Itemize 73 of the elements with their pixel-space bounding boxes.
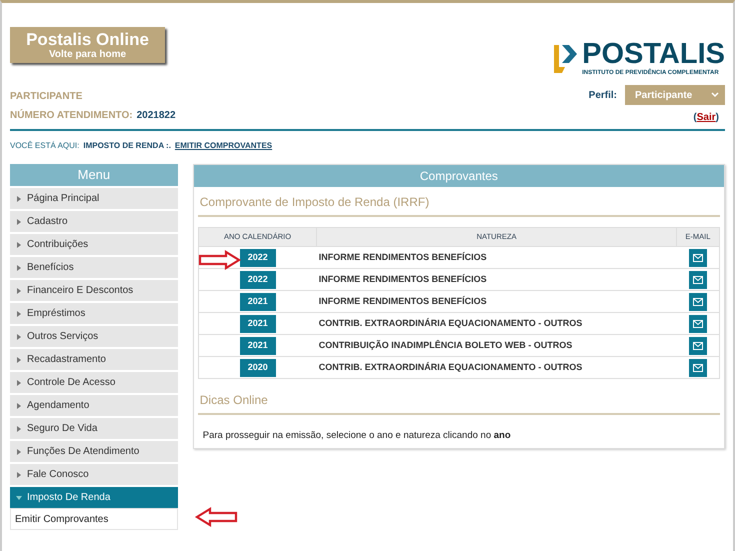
table-cell: INFORME RENDIMENTOS BENEFÍCIOS: [316, 268, 676, 290]
panel-header: Comprovantes: [194, 165, 724, 187]
envelope-icon: [692, 254, 703, 262]
menu-item[interactable]: Benefícios: [10, 257, 178, 278]
envelope-icon: [692, 342, 703, 350]
menu-header: Menu: [10, 164, 178, 186]
section-title: Dicas Online: [198, 385, 720, 415]
breadcrumb-link[interactable]: EMITIR COMPROVANTES: [174, 140, 272, 152]
logo-icon: [552, 43, 578, 75]
menu-item[interactable]: Recadastramento: [10, 349, 178, 370]
menu-item[interactable]: Empréstimos: [10, 303, 178, 324]
email-button[interactable]: [688, 270, 707, 288]
table-cell: INFORME RENDIMENTOS BENEFÍCIOS: [316, 290, 676, 312]
caret-right-icon: [16, 334, 22, 340]
menu-item[interactable]: Agendamento: [10, 395, 178, 416]
email-button[interactable]: [688, 336, 707, 354]
year-button[interactable]: 2022: [240, 248, 276, 266]
menu-item[interactable]: Fale Conosco: [10, 464, 178, 485]
envelope-icon: [692, 364, 703, 372]
caret-right-icon: [16, 310, 22, 316]
table-cell: INFORME RENDIMENTOS BENEFÍCIOS: [316, 246, 676, 268]
menu-item[interactable]: Contribuições: [10, 234, 178, 255]
year-button[interactable]: 2021: [240, 314, 276, 332]
caret-right-icon: [16, 264, 22, 270]
caret-right-icon: [16, 218, 22, 224]
caret-right-icon: [16, 472, 22, 478]
menu-item[interactable]: Financeiro E Descontos: [10, 280, 178, 301]
breadcrumb-label: VOCÊ ESTÁ AQUI:: [10, 140, 80, 152]
hint-text: Para prosseguir na emissão, selecione o ano e natureza clicando no ano: [202, 429, 512, 443]
logo-wordmark: POSTALIS: [582, 40, 725, 69]
number-label: NÚMERO ATENDIMENTO:: [10, 108, 133, 123]
menu-item[interactable]: Página Principal: [10, 188, 178, 209]
caret-right-icon: [16, 196, 22, 202]
menu-item[interactable]: Outros Serviços: [10, 326, 178, 347]
chevron-down-icon: [711, 92, 719, 98]
caret-right-icon: [16, 426, 22, 432]
role-label: PARTICIPANTE: [10, 90, 84, 104]
caret-right-icon: [16, 356, 22, 362]
envelope-icon: [692, 276, 703, 284]
menu-item[interactable]: Seguro De Vida: [10, 418, 178, 439]
year-button[interactable]: 2020: [240, 358, 276, 376]
email-button[interactable]: [688, 292, 707, 310]
envelope-icon: [692, 298, 703, 306]
table-cell: CONTRIB. EXTRAORDINÁRIA EQUACIONAMENTO - OUTROS: [316, 356, 676, 378]
menu-item[interactable]: Controle De Acesso: [10, 372, 178, 393]
number-value: 2021822: [136, 109, 176, 123]
caret-down-icon: [16, 494, 22, 500]
email-button[interactable]: [688, 248, 707, 266]
caret-right-icon: [16, 448, 22, 454]
year-button[interactable]: 2021: [240, 292, 276, 310]
menu-item[interactable]: Imposto De Renda: [10, 487, 178, 508]
year-button[interactable]: 2022: [240, 270, 276, 288]
arrow-icon: [194, 507, 238, 527]
email-button[interactable]: [688, 358, 707, 376]
year-button[interactable]: 2021: [240, 336, 276, 354]
caret-right-icon: [16, 242, 22, 248]
paren-text: ): [716, 111, 719, 125]
caret-right-icon: [16, 380, 22, 386]
section-title: Comprovante de Imposto de Renda (IRRF): [198, 187, 720, 217]
caret-right-icon: [16, 402, 22, 408]
paren-text: (: [693, 111, 697, 125]
table-cell: CONTRIB. EXTRAORDINÁRIA EQUACIONAMENTO - OUTROS: [316, 312, 676, 334]
logout-link[interactable]: Sair: [696, 110, 716, 125]
menu-item[interactable]: Cadastro: [10, 211, 178, 232]
email-button[interactable]: [688, 314, 707, 332]
table-cell: CONTRIBUIÇÃO INADIMPLÊNCIA BOLETO WEB - OUTROS: [316, 334, 676, 356]
breadcrumb-path: IMPOSTO DE RENDA :.: [83, 140, 171, 152]
submenu-item[interactable]: Emitir Comprovantes: [10, 508, 178, 530]
menu-item[interactable]: Funções De Atendimento: [10, 441, 178, 462]
arrow-icon: [198, 250, 242, 270]
caret-right-icon: [16, 288, 22, 294]
envelope-icon: [692, 320, 703, 328]
profile-label: Perfil:: [588, 88, 617, 102]
